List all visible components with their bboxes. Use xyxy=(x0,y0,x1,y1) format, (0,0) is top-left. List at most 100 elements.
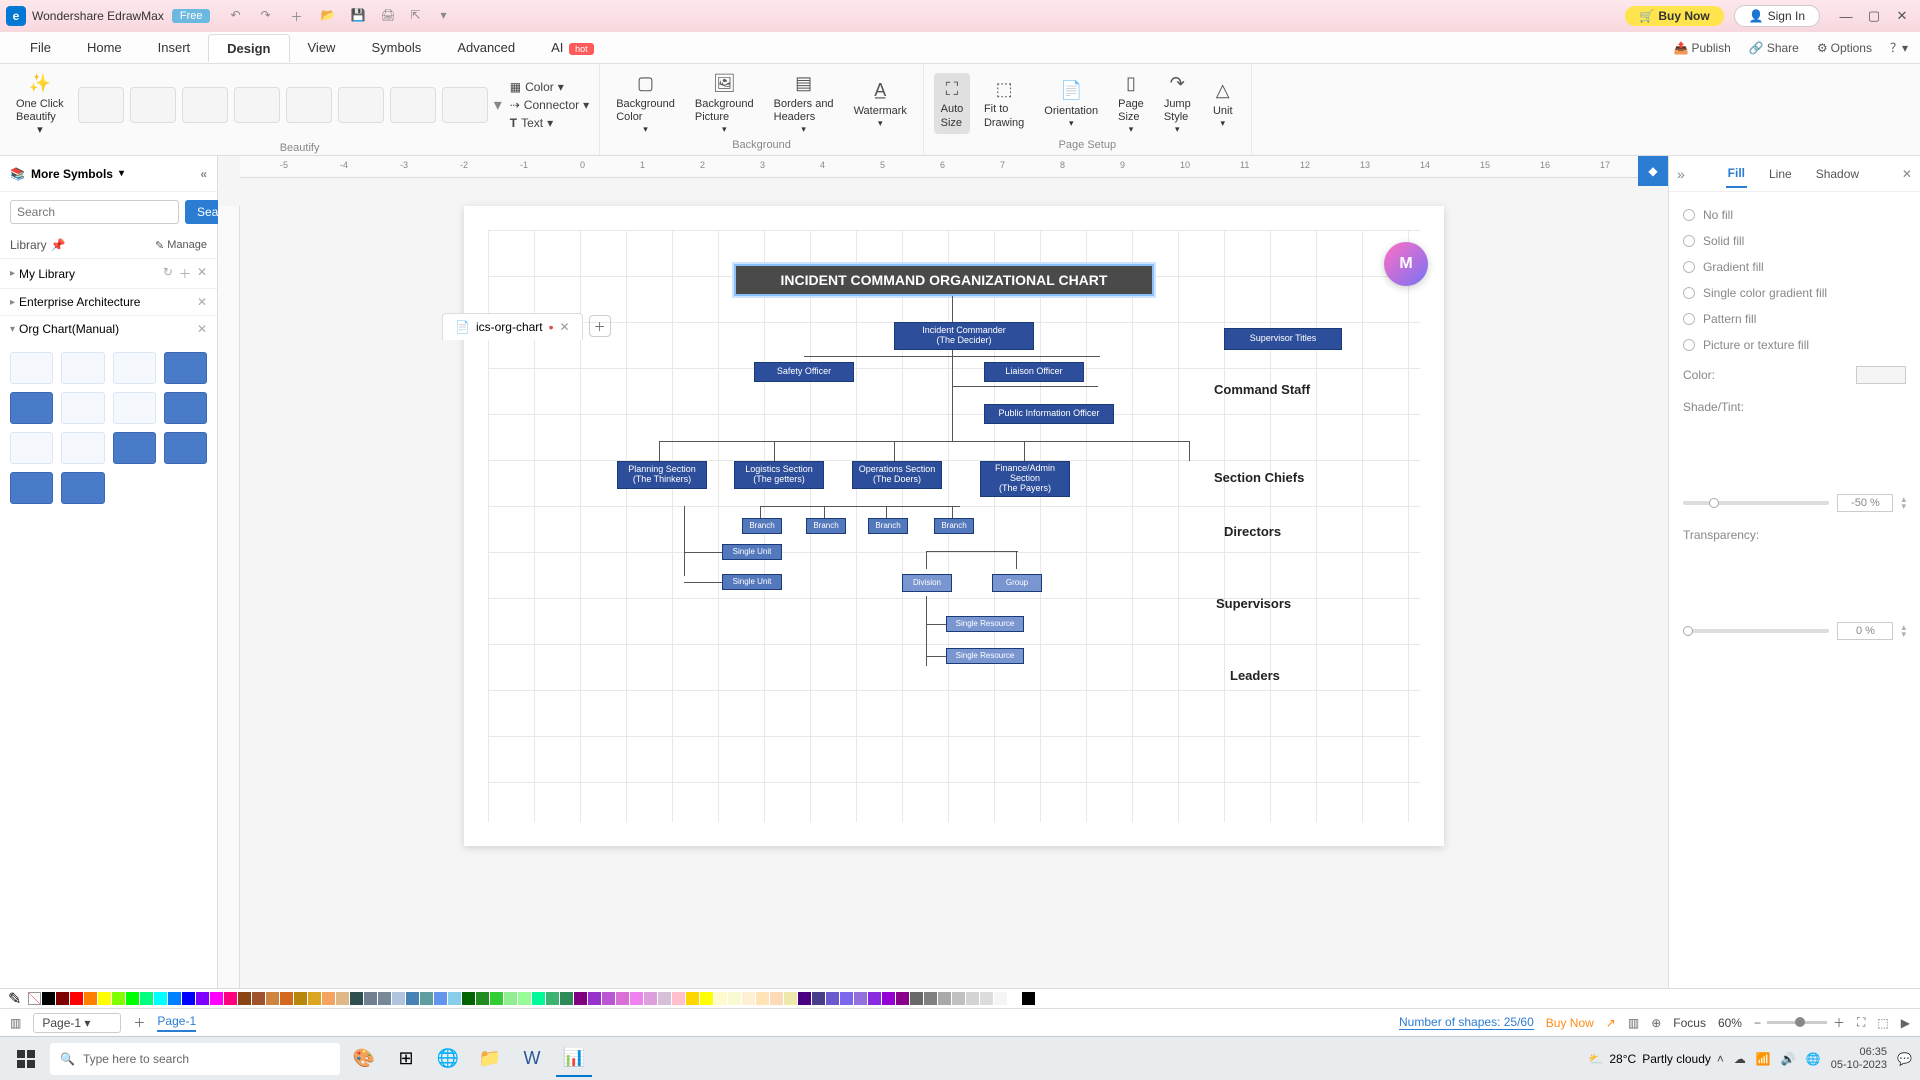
theme-swatch-1[interactable] xyxy=(78,87,124,123)
color-swatch[interactable] xyxy=(560,992,573,1005)
node-operations[interactable]: Operations Section(The Doers) xyxy=(852,461,942,489)
section-my-library[interactable]: ▸ My Library ↻＋✕ xyxy=(0,258,217,288)
manage-library-button[interactable]: ✎ Manage xyxy=(155,239,207,252)
theme-more-icon[interactable]: ▾ xyxy=(494,95,502,115)
color-swatch[interactable] xyxy=(476,992,489,1005)
clock[interactable]: 06:35 05-10-2023 xyxy=(1831,1046,1887,1070)
shape-item[interactable] xyxy=(10,432,53,464)
color-swatch[interactable] xyxy=(644,992,657,1005)
color-swatch[interactable] xyxy=(322,992,335,1005)
orientation-button[interactable]: 📄Orientation▾ xyxy=(1038,75,1104,133)
chart-title-box[interactable]: INCIDENT COMMAND ORGANIZATIONAL CHART xyxy=(734,264,1154,296)
color-swatch[interactable] xyxy=(280,992,293,1005)
fill-opt-none[interactable]: No fill xyxy=(1683,202,1906,228)
auto-size-button[interactable]: ⛶Auto Size xyxy=(934,73,970,133)
export-icon[interactable]: ⇱ xyxy=(410,8,426,24)
taskbar-search[interactable]: 🔍 Type here to search xyxy=(50,1043,340,1075)
present-icon[interactable]: ▶ xyxy=(1901,1016,1910,1030)
color-swatch[interactable] xyxy=(504,992,517,1005)
color-dropdown[interactable]: ▦ Color ▾ xyxy=(510,80,589,94)
explorer-icon[interactable]: 📁 xyxy=(472,1041,508,1077)
shape-item[interactable] xyxy=(61,392,104,424)
zoom-slider[interactable] xyxy=(1767,1021,1827,1024)
color-swatch[interactable] xyxy=(448,992,461,1005)
fill-opt-single-gradient[interactable]: Single color gradient fill xyxy=(1683,280,1906,306)
color-swatch[interactable] xyxy=(980,992,993,1005)
one-click-beautify-button[interactable]: ✨One Click Beautify ▾ xyxy=(10,68,70,142)
word-icon[interactable]: W xyxy=(514,1041,550,1077)
refresh-icon[interactable]: ↻ xyxy=(163,265,173,282)
node-single-unit[interactable]: Single Unit xyxy=(722,574,782,590)
cortana-icon[interactable]: 🎨 xyxy=(346,1041,382,1077)
node-single-resource[interactable]: Single Resource xyxy=(946,648,1024,664)
color-swatch[interactable] xyxy=(182,992,195,1005)
color-swatch[interactable] xyxy=(210,992,223,1005)
shape-item[interactable] xyxy=(61,432,104,464)
shape-item[interactable] xyxy=(164,432,207,464)
fill-opt-pattern[interactable]: Pattern fill xyxy=(1683,306,1906,332)
theme-swatch-5[interactable] xyxy=(286,87,332,123)
layers-icon[interactable]: ▥ xyxy=(1628,1016,1639,1030)
bg-color-button[interactable]: ▢Background Color▾ xyxy=(610,68,681,139)
color-swatch[interactable] xyxy=(56,992,69,1005)
tab-home[interactable]: Home xyxy=(69,34,140,61)
page-tab[interactable]: Page-1 xyxy=(157,1014,196,1032)
library-label[interactable]: Library xyxy=(10,238,47,252)
transparency-slider[interactable] xyxy=(1683,629,1829,633)
zoom-in-icon[interactable]: ＋ xyxy=(1833,1014,1845,1031)
color-swatch[interactable] xyxy=(98,992,111,1005)
share-link[interactable]: 🔗 Share xyxy=(1749,39,1799,56)
wifi-icon[interactable]: 📶 xyxy=(1756,1052,1771,1066)
bg-picture-button[interactable]: 🖼Background Picture▾ xyxy=(689,68,760,139)
node-division[interactable]: Division xyxy=(902,574,952,592)
color-swatch[interactable] xyxy=(714,992,727,1005)
expand-panel-icon[interactable]: » xyxy=(1677,166,1685,182)
color-swatch[interactable] xyxy=(518,992,531,1005)
theme-swatch-4[interactable] xyxy=(234,87,280,123)
color-swatch[interactable] xyxy=(910,992,923,1005)
onedrive-icon[interactable]: ☁ xyxy=(1734,1052,1746,1066)
color-swatch[interactable] xyxy=(770,992,783,1005)
publish-link[interactable]: 📤 Publish xyxy=(1674,39,1731,56)
color-swatch[interactable] xyxy=(532,992,545,1005)
color-swatch[interactable] xyxy=(686,992,699,1005)
minimize-icon[interactable]: — xyxy=(1834,4,1858,28)
tab-line[interactable]: Line xyxy=(1767,161,1794,187)
volume-icon[interactable]: 🔊 xyxy=(1781,1052,1796,1066)
more-icon[interactable]: ▾ xyxy=(440,8,456,24)
color-swatch[interactable] xyxy=(112,992,125,1005)
node-logistics[interactable]: Logistics Section(The getters) xyxy=(734,461,824,489)
color-swatch[interactable] xyxy=(546,992,559,1005)
shape-item[interactable] xyxy=(61,472,104,504)
color-swatch[interactable] xyxy=(154,992,167,1005)
shape-item[interactable] xyxy=(113,432,156,464)
color-swatch[interactable] xyxy=(238,992,251,1005)
section-enterprise[interactable]: ▸ Enterprise Architecture ✕ xyxy=(0,288,217,315)
color-swatch[interactable] xyxy=(434,992,447,1005)
shape-item[interactable] xyxy=(10,352,53,384)
connector-dropdown[interactable]: ⇢ Connector ▾ xyxy=(510,98,589,112)
color-swatch[interactable] xyxy=(798,992,811,1005)
node-planning[interactable]: Planning Section(The Thinkers) xyxy=(617,461,707,489)
color-swatch[interactable] xyxy=(224,992,237,1005)
color-swatch[interactable] xyxy=(308,992,321,1005)
text-dropdown[interactable]: T Text ▾ xyxy=(510,116,589,130)
color-swatch[interactable] xyxy=(294,992,307,1005)
node-single-resource[interactable]: Single Resource xyxy=(946,616,1024,632)
color-swatch[interactable] xyxy=(126,992,139,1005)
color-swatch[interactable] xyxy=(826,992,839,1005)
color-swatch[interactable] xyxy=(574,992,587,1005)
color-swatch[interactable] xyxy=(602,992,615,1005)
shape-item[interactable] xyxy=(61,352,104,384)
node-group[interactable]: Group xyxy=(992,574,1042,592)
color-swatch[interactable] xyxy=(406,992,419,1005)
panel-title-chevron-icon[interactable]: ▾ xyxy=(119,168,124,179)
node-safety-officer[interactable]: Safety Officer xyxy=(754,362,854,382)
page-selector[interactable]: Page-1 ▾ xyxy=(33,1013,121,1033)
drawing-page[interactable]: M INCIDENT COMMAND ORGANIZATIONAL CHART … xyxy=(464,206,1444,846)
add-icon[interactable]: ＋ xyxy=(179,265,191,282)
color-swatch[interactable] xyxy=(140,992,153,1005)
node-branch[interactable]: Branch xyxy=(742,518,782,534)
node-finance[interactable]: Finance/AdminSection(The Payers) xyxy=(980,461,1070,497)
node-incident-commander[interactable]: Incident Commander(The Decider) xyxy=(894,322,1034,350)
